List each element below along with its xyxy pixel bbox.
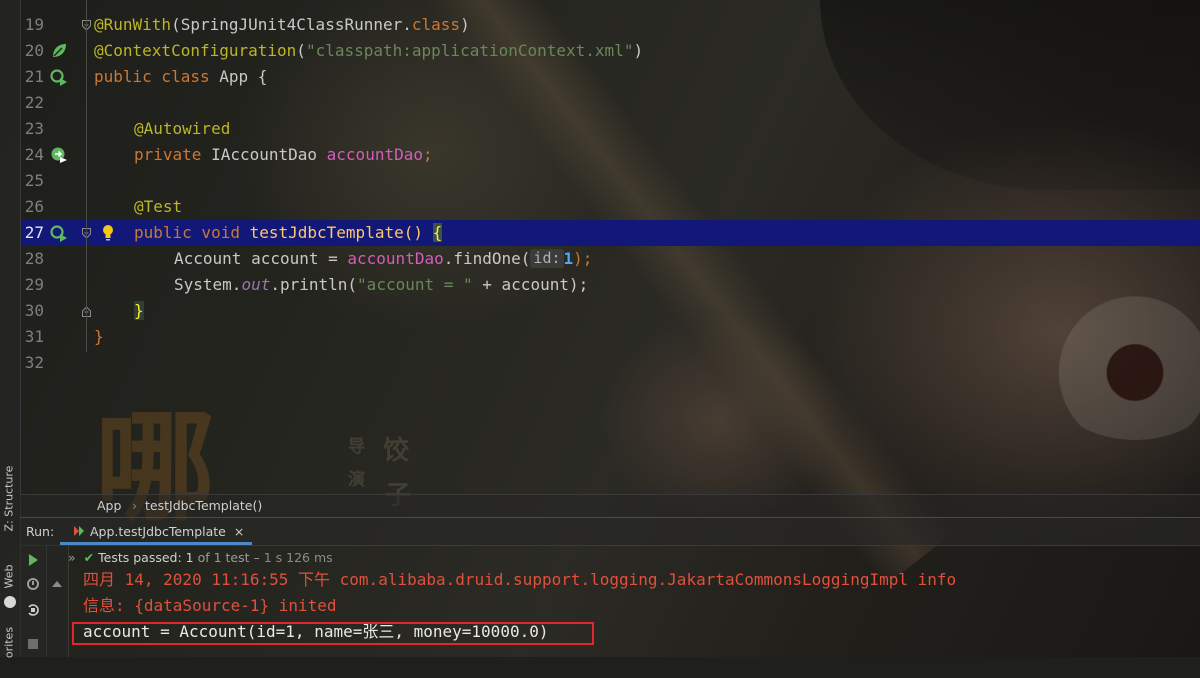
line-number-active: 27: [24, 223, 44, 242]
toggle-autotest-icon[interactable]: [26, 603, 40, 617]
stop-icon[interactable]: [26, 637, 40, 651]
code-line-21: public class App {: [94, 64, 267, 90]
string-token: "classpath:applicationContext.xml": [305, 41, 634, 60]
line-number: 20: [24, 41, 44, 60]
keyword-token: public void: [134, 223, 250, 242]
code-token: IAccountDao: [211, 145, 327, 164]
matched-brace: {: [432, 223, 443, 242]
breadcrumb-item[interactable]: App: [97, 495, 121, 517]
string-token: "account = ": [357, 275, 473, 294]
run-test-class-icon[interactable]: [50, 68, 68, 86]
line-number: 30: [24, 301, 44, 320]
code-token: (: [296, 41, 306, 60]
run-test-method-icon[interactable]: [50, 224, 68, 242]
web-tab[interactable]: Web: [3, 542, 16, 612]
field-token: accountDao: [326, 145, 423, 164]
test-duration: 1 s 126 ms: [263, 550, 333, 565]
console-toolbar: [46, 545, 69, 657]
annotation-token: @RunWith: [94, 15, 172, 34]
parameter-hint: id:: [530, 249, 564, 268]
static-field-token: out: [241, 275, 271, 294]
background-credit: 演: [348, 470, 365, 490]
background-credit: 导: [348, 437, 365, 457]
annotation-token: @Autowired: [134, 119, 231, 138]
matched-brace: }: [134, 301, 144, 320]
breadcrumb-separator: ›: [132, 498, 137, 513]
background-credit: 饺: [383, 436, 410, 466]
code-token: + account);: [472, 275, 589, 294]
field-token: accountDao: [347, 249, 444, 268]
run-config-tab[interactable]: App.testJdbcTemplate ×: [60, 518, 253, 545]
tests-passed-count: 1: [185, 550, 194, 565]
code-token: App {: [219, 67, 268, 86]
number-token: 1: [563, 249, 574, 268]
code-line-23: @Autowired: [134, 116, 230, 142]
line-number: 32: [24, 353, 44, 372]
keyword-token: class: [411, 15, 461, 34]
code-token: ): [460, 15, 470, 34]
code-line-26: @Test: [134, 194, 182, 220]
structure-tab[interactable]: Z: Structure: [3, 464, 16, 534]
code-line-31: }: [94, 324, 104, 350]
code-line-19: @RunWith(SpringJUnit4ClassRunner.class): [94, 12, 470, 38]
code-line-24: private IAccountDao accountDao;: [134, 142, 433, 168]
console-log-line: 信息: {dataSource-1} inited: [83, 596, 337, 615]
run-tab-label: App.testJdbcTemplate: [90, 524, 226, 539]
editor-gutter: 19 20 21 22 23 24 25 26 27 28 29 30 31 3…: [20, 0, 91, 494]
rerun-failed-icon[interactable]: [26, 577, 40, 591]
code-token: (SpringJUnit4ClassRunner.: [171, 15, 412, 34]
code-token: Account account =: [174, 249, 348, 268]
method-name-token: testJdbcTemplate(): [249, 223, 433, 242]
annotation-token: @Test: [134, 197, 183, 216]
line-number: 26: [24, 197, 44, 216]
line-number: 25: [24, 171, 44, 190]
code-token: );: [573, 249, 593, 268]
line-number: 31: [24, 327, 44, 346]
run-toolbar: [20, 545, 47, 657]
breadcrumb: App › testJdbcTemplate(): [20, 494, 1200, 517]
tests-passed-label: Tests passed:: [98, 550, 186, 565]
code-line-27: public void testJdbcTemplate() {: [134, 220, 443, 246]
code-token: }: [94, 327, 104, 346]
expand-chevron-icon[interactable]: »: [68, 550, 76, 565]
autowired-bean-icon[interactable]: [50, 146, 68, 164]
close-tab-icon[interactable]: ×: [234, 524, 244, 539]
code-token: ;: [422, 145, 433, 164]
background-eye: [1040, 290, 1200, 440]
line-number: 29: [24, 275, 44, 294]
code-token: System.: [174, 275, 242, 294]
line-number: 28: [24, 249, 44, 268]
spring-bean-icon[interactable]: [50, 42, 68, 60]
code-token: .println(: [270, 275, 358, 294]
line-number: 21: [24, 67, 44, 86]
breadcrumb-item[interactable]: testJdbcTemplate(): [145, 495, 262, 517]
run-toolwindow-header: Run: App.testJdbcTemplate ×: [20, 517, 1200, 546]
annotation-token: @ContextConfiguration: [94, 41, 297, 60]
line-number: 22: [24, 93, 44, 112]
left-tool-strip: Z: Structure Web orites: [0, 0, 21, 658]
test-config-icon: [74, 526, 84, 536]
background-hair: [820, 0, 1200, 190]
code-line-28: Account account = accountDao.findOne(id:…: [174, 246, 592, 272]
fold-guide-line: [86, 0, 87, 352]
highlight-box: [72, 622, 594, 645]
keyword-token: private: [134, 145, 212, 164]
tests-total-label: of 1 test –: [193, 550, 264, 565]
scroll-up-icon[interactable]: [50, 577, 64, 591]
line-number: 24: [24, 145, 44, 164]
keyword-token: public class: [94, 67, 220, 86]
tests-passed-check-icon: ✔: [83, 550, 95, 565]
intention-bulb-icon[interactable]: [101, 224, 115, 242]
favorites-tab[interactable]: orites: [3, 608, 16, 678]
code-line-20: @ContextConfiguration("classpath:applica…: [94, 38, 643, 64]
run-title: Run:: [26, 524, 55, 539]
console-log-line: 四月 14, 2020 11:16:55 下午 com.alibaba.drui…: [83, 570, 957, 589]
code-token: ): [633, 41, 644, 60]
code-token: .findOne(: [443, 249, 531, 268]
line-number: 19: [24, 15, 44, 34]
code-line-30: }: [134, 298, 144, 324]
line-number: 23: [24, 119, 44, 138]
rerun-icon[interactable]: [26, 553, 40, 567]
code-line-29: System.out.println("account = " + accoun…: [174, 272, 588, 298]
